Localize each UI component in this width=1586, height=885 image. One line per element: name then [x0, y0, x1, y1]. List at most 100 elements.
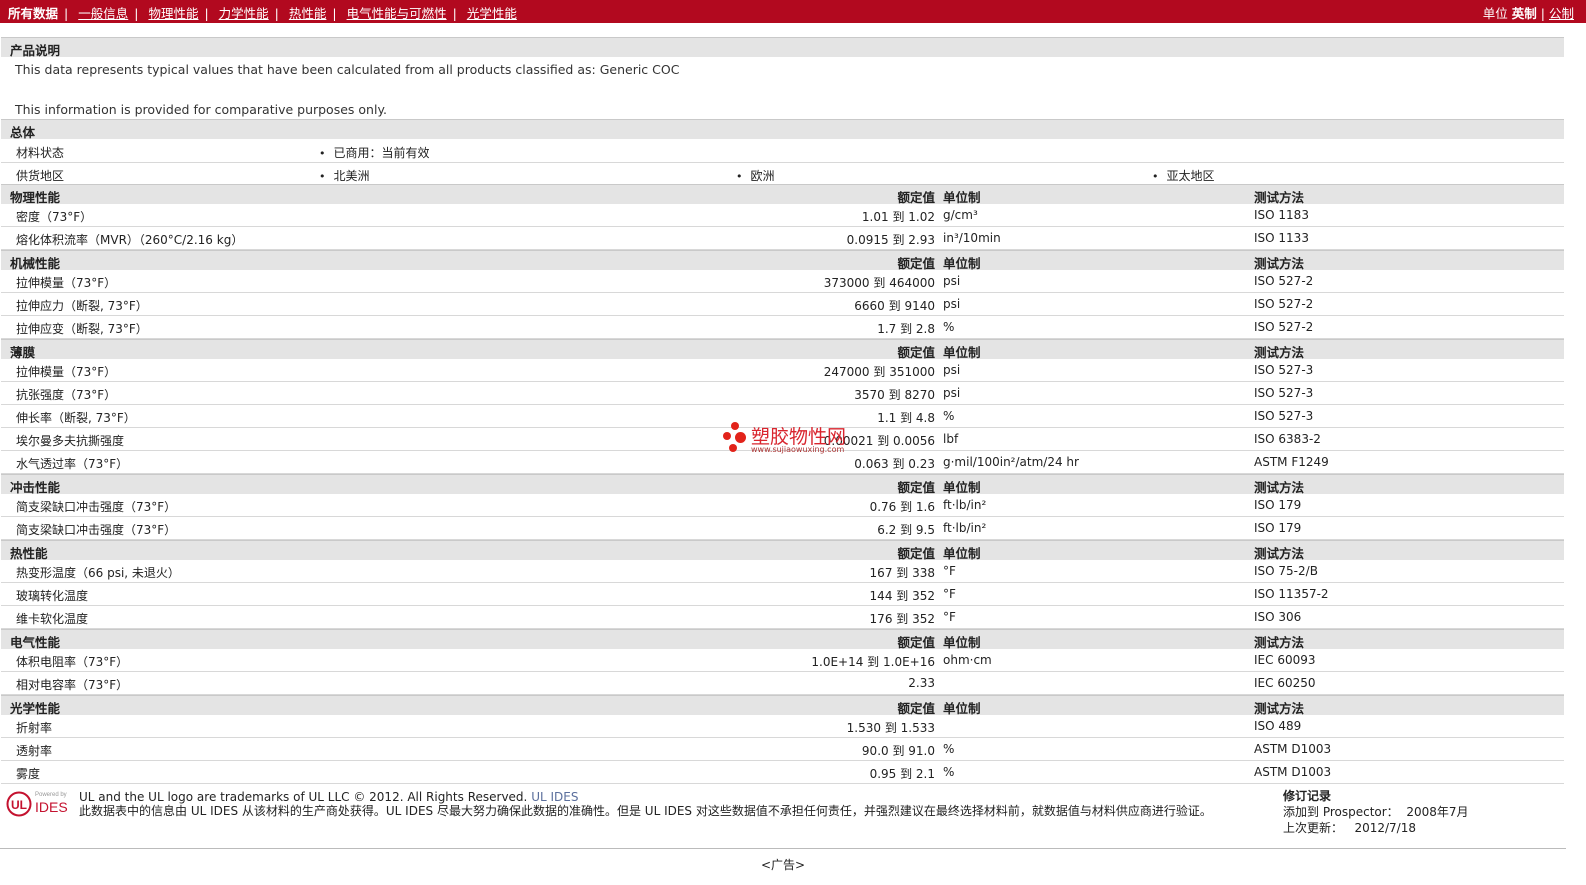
table-row: 热变形温度（66 psi, 未退火） 167 到 338 °F ISO 75-2/B	[1, 560, 1564, 583]
trademark-notice: UL and the UL logo are trademarks of UL …	[79, 790, 579, 804]
unit-switcher: 单位 英制 | 公制	[1482, 6, 1574, 21]
test-method: ISO 179	[1254, 521, 1302, 535]
test-method: ISO 527-3	[1254, 363, 1314, 377]
property-name: 相对电容率（73°F）	[16, 678, 129, 692]
table-row: 简支梁缺口冲击强度（73°F） 0.76 到 1.6 ft·lb/in² ISO 17…	[1, 494, 1564, 517]
section-header-general: 总体	[1, 119, 1564, 140]
updated-date: 2012/7/18	[1354, 821, 1416, 835]
test-method: ISO 527-2	[1254, 320, 1314, 334]
section-title: 产品说明	[10, 43, 61, 58]
table-row: 折射率 1.530 到 1.533 ISO 489	[1, 715, 1564, 738]
table-row: 玻璃转化温度 144 到 352 °F ISO 11357-2	[1, 583, 1564, 606]
table-row: 拉伸模量（73°F） 247000 到 351000 psi ISO 527-3	[1, 359, 1564, 382]
property-name: 材料状态	[16, 146, 65, 160]
units-imperial: 英制	[1511, 6, 1537, 21]
revision-history: 修订记录 添加到 Prospector： 2008年7月 上次更新： 2012/…	[1283, 789, 1469, 835]
property-value: 1.1 到 4.8	[877, 411, 935, 425]
property-unit: psi	[943, 386, 961, 400]
section-nav: 所有数据 | 一般信息 | 物理性能 | 力学性能 | 热性能 | 电气性能与可燃性 | 光…	[8, 6, 517, 21]
table-row: 熔化体积流率（MVR）（260°C/2.16 kg） 0.0915 到 2.93 i…	[1, 227, 1564, 250]
property-unit: °F	[943, 587, 956, 601]
property-unit: g/cm³	[943, 208, 978, 222]
disclaimer: 此数据表中的信息由 UL IDES 从该材料的生产商处获得。UL IDES 尽最…	[79, 804, 1212, 818]
property-value: 2.33	[908, 676, 935, 690]
property-value: 1.0E+14 到 1.0E+16	[811, 655, 935, 669]
property-name: 抗张强度（73°F）	[16, 388, 117, 402]
nav-all-data[interactable]: 所有数据	[8, 6, 58, 21]
property-name: 透射率	[16, 744, 53, 758]
supply-region: 欧洲	[736, 167, 775, 184]
nav-general-info[interactable]: 一般信息	[78, 6, 128, 21]
property-unit: °F	[943, 610, 956, 624]
property-value: 6.2 到 9.5	[877, 523, 935, 537]
section-header-description: 产品说明	[1, 37, 1564, 58]
table-row: 相对电容率（73°F） 2.33 IEC 60250	[1, 672, 1564, 695]
property-unit: °F	[943, 564, 956, 578]
table-row: 材料状态 已商用：当前有效	[1, 140, 1564, 163]
advertisement-label: <广告>	[760, 858, 806, 872]
nav-optical[interactable]: 光学性能	[467, 6, 517, 21]
section-header: 机械性能 额定值 单位制 测试方法	[1, 250, 1564, 271]
test-method: ISO 11357-2	[1254, 587, 1329, 601]
nav-physical[interactable]: 物理性能	[148, 6, 198, 21]
property-name: 熔化体积流率（MVR）（260°C/2.16 kg）	[16, 233, 244, 247]
property-unit: %	[943, 320, 955, 334]
property-name: 密度（73°F）	[16, 210, 93, 224]
table-row: 拉伸应力（断裂, 73°F） 6660 到 9140 psi ISO 527-2	[1, 293, 1564, 316]
property-unit: psi	[943, 363, 961, 377]
supply-region: 亚太地区	[1152, 167, 1215, 184]
property-name: 伸长率（断裂, 73°F）	[16, 411, 136, 425]
property-name: 折射率	[16, 721, 53, 735]
property-name: 简支梁缺口冲击强度（73°F）	[16, 500, 177, 514]
test-method: ISO 179	[1254, 498, 1302, 512]
revision-title: 修订记录	[1283, 789, 1332, 803]
test-method: IEC 60093	[1254, 653, 1316, 667]
nav-electrical[interactable]: 电气性能与可燃性	[347, 6, 447, 21]
property-value: 90.0 到 91.0	[861, 744, 935, 758]
status-value: 已商用：当前有效	[319, 144, 430, 161]
table-row: 体积电阻率（73°F） 1.0E+14 到 1.0E+16 ohm·cm IEC 60…	[1, 649, 1564, 672]
property-value: 1.7 到 2.8	[877, 322, 935, 336]
property-name: 拉伸模量（73°F）	[16, 365, 117, 379]
description-line: This data represents typical values that…	[15, 62, 680, 77]
nav-thermal[interactable]: 热性能	[289, 6, 327, 21]
watermark-logo: 塑胶物性网 www.sujiaowuxing.com	[721, 420, 861, 456]
table-row: 密度（73°F） 1.01 到 1.02 g/cm³ ISO 1183	[1, 204, 1564, 227]
section-title: 总体	[10, 125, 36, 140]
test-method: ASTM D1003	[1254, 765, 1332, 779]
svg-text:IDES: IDES	[35, 799, 68, 815]
section-header: 电气性能 额定值 单位制 测试方法	[1, 629, 1564, 650]
test-method: ISO 527-2	[1254, 274, 1314, 288]
property-name: 体积电阻率（73°F）	[16, 655, 129, 669]
section-header: 热性能 额定值 单位制 测试方法	[1, 540, 1564, 561]
test-method: ISO 1183	[1254, 208, 1309, 222]
property-value: 1.530 到 1.533	[846, 721, 935, 735]
test-method: ISO 489	[1254, 719, 1302, 733]
table-row: 维卡软化温度 176 到 352 °F ISO 306	[1, 606, 1564, 629]
table-row: 抗张强度（73°F） 3570 到 8270 psi ISO 527-3	[1, 382, 1564, 405]
table-row: 简支梁缺口冲击强度（73°F） 6.2 到 9.5 ft·lb/in² ISO 179	[1, 517, 1564, 540]
property-unit: %	[943, 409, 955, 423]
property-name: 拉伸应变（断裂, 73°F）	[16, 322, 148, 336]
nav-mechanical[interactable]: 力学性能	[219, 6, 269, 21]
property-name: 简支梁缺口冲击强度（73°F）	[16, 523, 177, 537]
top-navigation-bar: 所有数据 | 一般信息 | 物理性能 | 力学性能 | 热性能 | 电气性能与可燃性 | 光…	[0, 0, 1586, 23]
property-value: 0.063 到 0.23	[854, 457, 935, 471]
property-value: 176 到 352	[869, 612, 935, 626]
supply-region: 北美洲	[319, 167, 370, 184]
property-value: 3570 到 8270	[854, 388, 935, 402]
test-method: ASTM F1249	[1254, 455, 1329, 469]
property-unit: in³/10min	[943, 231, 1001, 245]
test-method: ISO 306	[1254, 610, 1302, 624]
table-row: 透射率 90.0 到 91.0% ASTM D1003	[1, 738, 1564, 761]
property-name: 拉伸模量（73°F）	[16, 276, 117, 290]
section-header: 薄膜 额定值 单位制 测试方法	[1, 339, 1564, 360]
units-metric-link[interactable]: 公制	[1549, 6, 1574, 21]
ul-ides-link[interactable]: UL IDES	[531, 790, 578, 804]
footer: UL Powered by IDES UL and the UL logo ar…	[0, 778, 1566, 849]
property-unit: psi	[943, 297, 961, 311]
test-method: ISO 527-2	[1254, 297, 1314, 311]
table-row: 拉伸应变（断裂, 73°F） 1.7 到 2.8% ISO 527-2	[1, 316, 1564, 339]
property-value: 6660 到 9140	[854, 299, 935, 313]
ul-ides-logo: UL Powered by IDES	[6, 788, 72, 820]
